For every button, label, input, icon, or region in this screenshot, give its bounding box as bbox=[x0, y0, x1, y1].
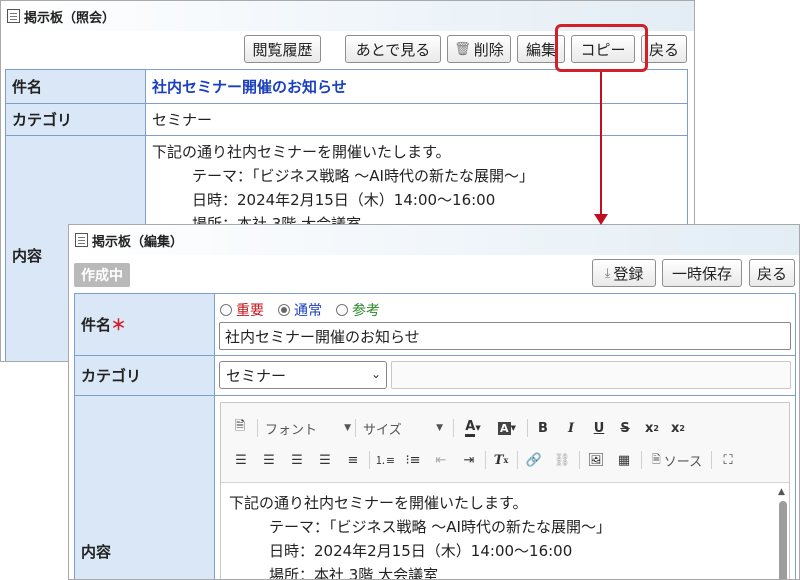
category-select[interactable]: セミナー ⌄ bbox=[219, 361, 387, 389]
underline-icon[interactable]: U bbox=[589, 417, 609, 439]
edit-title: 掲示板（編集） bbox=[92, 234, 184, 250]
priority-label: 重要 bbox=[236, 303, 264, 319]
caret-down-icon: ▼ bbox=[344, 423, 351, 433]
download-icon: ⤓ bbox=[604, 265, 611, 281]
table-icon[interactable]: ▦ bbox=[613, 449, 635, 471]
priority-reference-radio[interactable]: 参考 bbox=[336, 300, 380, 320]
toolbar-separator bbox=[485, 451, 486, 469]
edit-back-button[interactable]: 戻る bbox=[749, 259, 795, 287]
category-value: セミナー bbox=[145, 103, 688, 136]
radio-checked-icon bbox=[278, 304, 290, 316]
priority-radio-group: 重要 通常 参考 bbox=[220, 300, 394, 320]
subject-label: 件名＊ bbox=[74, 293, 215, 356]
radio-icon bbox=[336, 304, 348, 316]
content-line: 日時：2024年2月15日（木）14:00～16:00 bbox=[269, 542, 573, 560]
required-mark: ＊ bbox=[111, 316, 127, 334]
view-title: 掲示板（照会） bbox=[24, 10, 116, 26]
editor-toolbar: 🗎 フォント ▼ サイズ ▼ A ▼ A ▼ B I U S x 2 x 2 ☰… bbox=[221, 403, 789, 483]
editor-content[interactable]: 下記の通り社内セミナーを開催いたします。 テーマ：「ビジネス戦略 ～AI時代の新… bbox=[229, 491, 611, 580]
bulleted-list-icon[interactable]: ⁝≡ bbox=[403, 449, 423, 471]
document-icon[interactable]: 🗎 bbox=[231, 417, 249, 439]
callout-arrow-line bbox=[600, 72, 602, 217]
align-right-icon[interactable]: ☰ bbox=[287, 449, 307, 471]
board-icon bbox=[7, 9, 20, 23]
copy-highlight-box bbox=[555, 24, 648, 72]
scrollbar-thumb[interactable] bbox=[779, 501, 787, 579]
subscript-icon[interactable]: x2 bbox=[667, 417, 689, 439]
edit-panel: 掲示板（編集） 作成中 ⤓ 登録 一時保存 戻る 件名＊ 重要 通常 参考 社内… bbox=[68, 224, 800, 580]
draft-save-button[interactable]: 一時保存 bbox=[662, 259, 742, 287]
edit-title-bar: 掲示板（編集） bbox=[69, 225, 799, 255]
maximize-icon[interactable]: ⛶ bbox=[717, 449, 739, 471]
font-dropdown-label: フォント bbox=[265, 422, 318, 438]
trash-icon: 🗑 bbox=[454, 41, 471, 57]
category-label: カテゴリ bbox=[74, 355, 215, 396]
content-label: 内容 bbox=[74, 395, 215, 579]
priority-label: 参考 bbox=[352, 303, 380, 319]
subject-input[interactable]: 社内セミナー開催のお知らせ bbox=[219, 322, 791, 350]
numbered-list-icon[interactable]: ⒈≡ bbox=[375, 449, 395, 471]
subject-value: 社内セミナー開催のお知らせ bbox=[152, 78, 347, 96]
delete-label: 削除 bbox=[473, 40, 504, 59]
scroll-up-icon[interactable]: ▲ bbox=[778, 487, 785, 497]
rich-text-editor: 🗎 フォント ▼ サイズ ▼ A ▼ A ▼ B I U S x 2 x 2 ☰… bbox=[220, 402, 790, 580]
subject-label-text: 件名 bbox=[81, 316, 112, 334]
chevron-down-icon: ⌄ bbox=[370, 367, 381, 381]
content-line: テーマ：「ビジネス戦略 ～AI時代の新たな展開～」 bbox=[269, 518, 611, 536]
board-icon bbox=[75, 233, 88, 247]
bold-icon[interactable]: B bbox=[533, 417, 553, 439]
priority-normal-radio[interactable]: 通常 bbox=[278, 300, 322, 320]
editor-scrollbar[interactable]: ▲ bbox=[778, 487, 787, 579]
category-select-value: セミナー bbox=[226, 366, 287, 385]
superscript-icon[interactable]: x2 bbox=[641, 417, 663, 439]
outdent-icon[interactable]: ⇤ bbox=[431, 449, 451, 471]
caret-down-icon: ▼ bbox=[436, 423, 443, 433]
source-label: ソース bbox=[663, 454, 703, 470]
align-center-icon[interactable]: ☰ bbox=[259, 449, 279, 471]
link-icon[interactable]: 🔗 bbox=[523, 449, 545, 471]
edit-form-table: 件名＊ 重要 通常 参考 社内セミナー開催のお知らせ カテゴリ セミナー ⌄ 内… bbox=[74, 293, 796, 580]
view-later-button[interactable]: あとで見る bbox=[345, 35, 441, 63]
priority-label: 通常 bbox=[294, 303, 322, 319]
size-dropdown-label: サイズ bbox=[363, 422, 402, 438]
source-icon: 🗎 bbox=[651, 452, 661, 466]
unlink-icon[interactable]: ⛓ bbox=[551, 449, 573, 471]
toolbar-separator bbox=[257, 419, 258, 437]
align-justify-icon[interactable]: ☰ bbox=[315, 449, 335, 471]
font-dropdown[interactable]: フォント ▼ bbox=[265, 417, 351, 439]
strikethrough-icon[interactable]: S bbox=[615, 417, 635, 439]
radio-icon bbox=[220, 304, 232, 316]
clear-format-icon[interactable]: Tx bbox=[491, 449, 511, 471]
toolbar-separator bbox=[579, 451, 580, 469]
bg-color-icon[interactable]: A ▼ bbox=[493, 417, 521, 439]
toolbar-separator bbox=[711, 451, 712, 469]
content-line: 場所：本社 3階 大会議室 bbox=[269, 566, 439, 580]
toolbar-separator bbox=[517, 451, 518, 469]
size-dropdown[interactable]: サイズ ▼ bbox=[363, 417, 443, 439]
arrow-down-icon bbox=[594, 214, 608, 225]
category-label: カテゴリ bbox=[5, 103, 146, 136]
content-line: 下記の通り社内セミナーを開催いたします。 bbox=[229, 494, 528, 512]
toolbar-separator bbox=[453, 419, 454, 437]
register-label: 登録 bbox=[613, 264, 644, 283]
source-button[interactable]: 🗎 ソース bbox=[647, 449, 707, 471]
horizontal-rule-icon[interactable]: ≡ bbox=[343, 449, 363, 471]
italic-icon[interactable]: I bbox=[561, 417, 581, 439]
delete-button[interactable]: 🗑 削除 bbox=[447, 35, 511, 63]
toolbar-separator bbox=[369, 451, 370, 469]
text-color-icon[interactable]: A ▼ bbox=[459, 417, 487, 439]
status-badge: 作成中 bbox=[74, 263, 130, 287]
indent-icon[interactable]: ⇥ bbox=[459, 449, 479, 471]
image-icon[interactable]: 🖼 bbox=[585, 449, 607, 471]
category-extra-field[interactable] bbox=[391, 361, 791, 389]
subject-label: 件名 bbox=[5, 69, 146, 104]
align-left-icon[interactable]: ☰ bbox=[231, 449, 251, 471]
priority-important-radio[interactable]: 重要 bbox=[220, 300, 264, 320]
toolbar-separator bbox=[527, 419, 528, 437]
toolbar-separator bbox=[641, 451, 642, 469]
register-button[interactable]: ⤓ 登録 bbox=[592, 259, 656, 287]
toolbar-separator bbox=[355, 419, 356, 437]
view-history-button[interactable]: 閲覧履歴 bbox=[244, 35, 321, 63]
